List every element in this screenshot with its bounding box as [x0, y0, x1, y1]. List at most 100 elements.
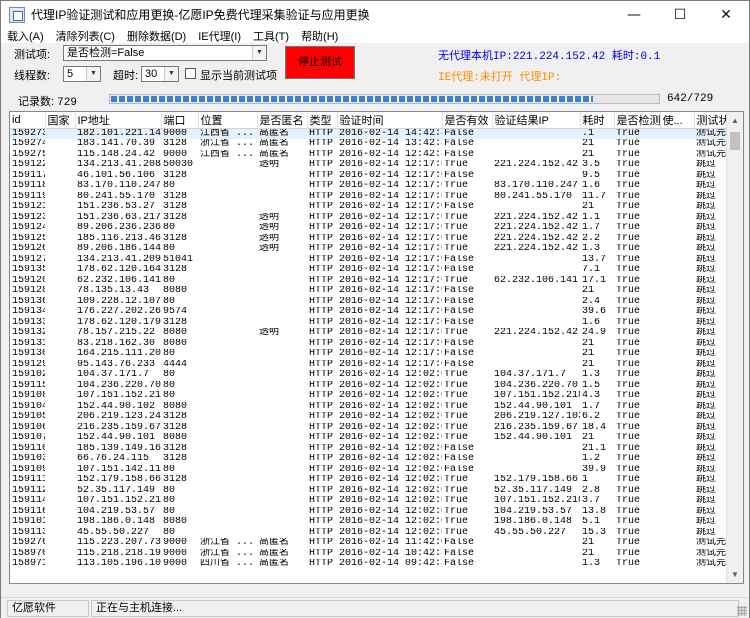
column-header-id[interactable]: id [10, 112, 46, 129]
table-row[interactable]: 159115 104.236.220.70 80 HTTP 2016-02-14 12:… [10, 381, 743, 392]
column-header-checked[interactable]: 是否检测 [614, 112, 661, 129]
table-cell: HTTP [309, 538, 334, 549]
table-row[interactable]: 159119 80.241.55.170 3128 HTTP 2016-02-14 12… [10, 192, 743, 203]
table-row[interactable]: 159129 95.143.76.233 4444 HTTP 2016-02-14 12… [10, 360, 743, 371]
table-row[interactable]: 159111 152.179.158.66 3128 HTTP 2016-02-14 1… [10, 475, 743, 486]
table-row[interactable]: 159133 178.62.120.179 3128 HTTP 2016-02-14 1… [10, 318, 743, 329]
show-current-label[interactable]: 显示当前测试项 [200, 67, 277, 83]
chevron-down-icon[interactable]: ▼ [164, 67, 178, 81]
table-row[interactable]: 159273 182.101.221.143 9000 江西省 ... 高匿名 HTTP 2… [10, 128, 743, 139]
close-button[interactable]: ✕ [703, 1, 749, 28]
table-row[interactable]: 159136 109.228.12.107 80 HTTP 2016-02-14 12:… [10, 297, 743, 308]
table-cell [198, 265, 257, 276]
table-row[interactable]: 159106 216.235.159.67 3128 HTTP 2016-02-14 1… [10, 423, 743, 434]
table-cell [257, 391, 307, 402]
table-cell [198, 454, 257, 465]
table-row[interactable]: 159103 66.76.24.115 3128 HTTP 2016-02-14 12:… [10, 454, 743, 465]
table-row[interactable]: 159116 104.219.53.57 80 HTTP 2016-02-14 12:0… [10, 507, 743, 518]
menu-load[interactable]: 载入(A) [7, 28, 44, 44]
show-current-checkbox[interactable] [185, 68, 196, 79]
table-row[interactable]: 159275 115.148.24.42 9000 江西省 ... 高匿名 HTTP 201… [10, 150, 743, 161]
menu-help[interactable]: 帮助(H) [301, 28, 338, 44]
table-row[interactable]: 159110 185.139.149.169 3128 HTTP 2016-02-14 … [10, 444, 743, 455]
column-header-ip[interactable]: IP地址 [75, 112, 162, 129]
table-cell [45, 370, 75, 381]
table-cell [198, 433, 257, 444]
table-row[interactable]: 159113 45.55.50.227 80 HTTP 2016-02-14 12:02… [10, 528, 743, 539]
table-row[interactable]: 159125 185.116.213.46 3128 透明 HTTP 2016-02-14… [10, 234, 743, 245]
column-header-used[interactable]: 使... [660, 112, 695, 129]
table-row[interactable]: 159121 151.236.53.27 3128 HTTP 2016-02-14 12… [10, 202, 743, 213]
table-row[interactable]: 159122 134.213.41.208 50030 透明 HTTP 2016-02-1… [10, 160, 743, 171]
scroll-thumb[interactable] [730, 132, 740, 150]
table-cell [45, 507, 75, 518]
vertical-scrollbar[interactable]: ▲ ▼ [726, 112, 743, 583]
table-cell: 3128 [163, 170, 188, 181]
table-row[interactable]: 159101 198.186.0.148 8080 HTTP 2016-02-14 12… [10, 517, 743, 528]
maximize-button[interactable]: ☐ [657, 1, 703, 28]
scroll-up-icon[interactable]: ▲ [727, 112, 743, 129]
timeout-select[interactable]: 30 ▼ [141, 66, 179, 82]
menu-ie-proxy[interactable]: IE代理(I) [198, 28, 241, 44]
table-cell: 159120 [12, 275, 45, 286]
table-row[interactable]: 159117 46.101.56.106 3128 HTTP 2016-02-14 12… [10, 171, 743, 182]
table-cell: HTTP [309, 244, 334, 255]
scroll-down-icon[interactable]: ▼ [727, 566, 743, 583]
table-row[interactable]: 159126 89.206.186.144 80 透明 HTTP 2016-02-14 1… [10, 244, 743, 255]
menu-clear-list[interactable]: 清除列表(C) [56, 28, 115, 44]
table-cell [660, 475, 694, 486]
column-header-port[interactable]: 端口 [161, 112, 199, 129]
column-header-valid[interactable]: 是否有效 [442, 112, 493, 129]
test-item-select[interactable]: 是否检测=False ▼ [63, 45, 267, 61]
chevron-down-icon[interactable]: ▼ [252, 46, 266, 60]
table-cell [45, 181, 75, 192]
table-row[interactable]: 159104 152.44.90.102 8080 HTTP 2016-02-14 12… [10, 402, 743, 413]
table-row[interactable]: 159109 107.151.142.116 80 HTTP 2016-02-14 12… [10, 465, 743, 476]
table-row[interactable]: 159274 183.141.70.39 3128 浙江省 ... 高匿名 HTTP 201… [10, 139, 743, 150]
column-header-anonymous[interactable]: 是否匿名 [257, 112, 308, 129]
table-row[interactable]: 159114 107.151.152.210 80 HTTP 2016-02-14 12… [10, 496, 743, 507]
table-row[interactable]: 159128 78.135.13.43 8080 HTTP 2016-02-14 12:… [10, 286, 743, 297]
table-row[interactable]: 158971 113.105.196.107 9000 四川省 ... 高匿名 HTTP 2… [10, 559, 743, 570]
table-cell: 2016-02-14 12:02:08 [339, 433, 442, 444]
table-row[interactable]: 159112 52.35.117.149 80 HTTP 2016-02-14 12:0… [10, 486, 743, 497]
column-header-location[interactable]: 位置 [198, 112, 258, 129]
table-row[interactable]: 159118 83.170.110.247 80 HTTP 2016-02-14 12:… [10, 181, 743, 192]
table-row[interactable]: 159276 115.223.207.73 9000 浙江省 ... 高匿名 HTTP 20… [10, 538, 743, 549]
table-row[interactable]: 159130 164.215.111.20 80 HTTP 2016-02-14 12:… [10, 349, 743, 360]
table-cell: 159105 [12, 412, 45, 423]
minimize-button[interactable]: — [611, 1, 657, 28]
threads-select[interactable]: 5 ▼ [63, 66, 101, 82]
table-row[interactable]: 159124 89.206.236.236 80 透明 HTTP 2016-02-14 1… [10, 223, 743, 234]
table-row[interactable]: 159105 206.219.123.242 3128 HTTP 2016-02-14 … [10, 412, 743, 423]
column-header-country[interactable]: 国家 [45, 112, 76, 129]
table-cell: 80.241.55.170 [494, 191, 573, 202]
resize-grip-icon[interactable] [737, 606, 747, 616]
table-row[interactable]: 159135 178.62.120.164 3128 HTTP 2016-02-14 1… [10, 265, 743, 276]
table-row[interactable]: 159107 152.44.90.101 8080 HTTP 2016-02-14 12… [10, 433, 743, 444]
table-cell: 107.151.152.210 [494, 496, 580, 507]
table-row[interactable]: 158970 115.218.218.19 9000 浙江省 ... 高匿名 HTTP 20… [10, 549, 743, 560]
table-cell: False [442, 128, 492, 139]
table-row[interactable]: 159123 151.236.63.217 3128 透明 HTTP 2016-02-14… [10, 213, 743, 224]
table-row[interactable]: 159127 134.213.41.209 51041 HTTP 2016-02-14 … [10, 255, 743, 266]
table-row[interactable]: 159132 78.157.215.22 8080 透明 HTTP 2016-02-14 … [10, 328, 743, 339]
table-cell: True [616, 391, 641, 402]
column-header-verify-time[interactable]: 验证时间 [337, 112, 443, 129]
column-header-result-ip[interactable]: 验证结果IP [492, 112, 581, 129]
menu-delete-data[interactable]: 删除数据(D) [127, 28, 186, 44]
column-header-elapsed[interactable]: 耗时 [580, 112, 615, 129]
table-row[interactable]: 159131 83.218.162.30 8080 HTTP 2016-02-14 12… [10, 339, 743, 350]
table-row[interactable]: 159102 104.37.171.7 80 HTTP 2016-02-14 12:02… [10, 370, 743, 381]
table-cell: 80 [163, 391, 176, 402]
chevron-down-icon[interactable]: ▼ [86, 67, 100, 81]
threads-label: 线程数: [14, 70, 51, 82]
table-row[interactable]: 159134 176.227.202.26 9574 HTTP 2016-02-14 1… [10, 307, 743, 318]
menu-tools[interactable]: 工具(T) [253, 28, 289, 44]
table-row[interactable]: 159120 62.232.106.141 80 HTTP 2016-02-14 12:… [10, 276, 743, 287]
table-cell: 13.8 [582, 506, 607, 517]
stop-test-button[interactable]: 停止测试 [285, 46, 355, 79]
column-header-type[interactable]: 类型 [307, 112, 338, 129]
table-row[interactable]: 159108 107.151.152.218 80 HTTP 2016-02-14 12… [10, 391, 743, 402]
table-cell: True [616, 307, 641, 318]
